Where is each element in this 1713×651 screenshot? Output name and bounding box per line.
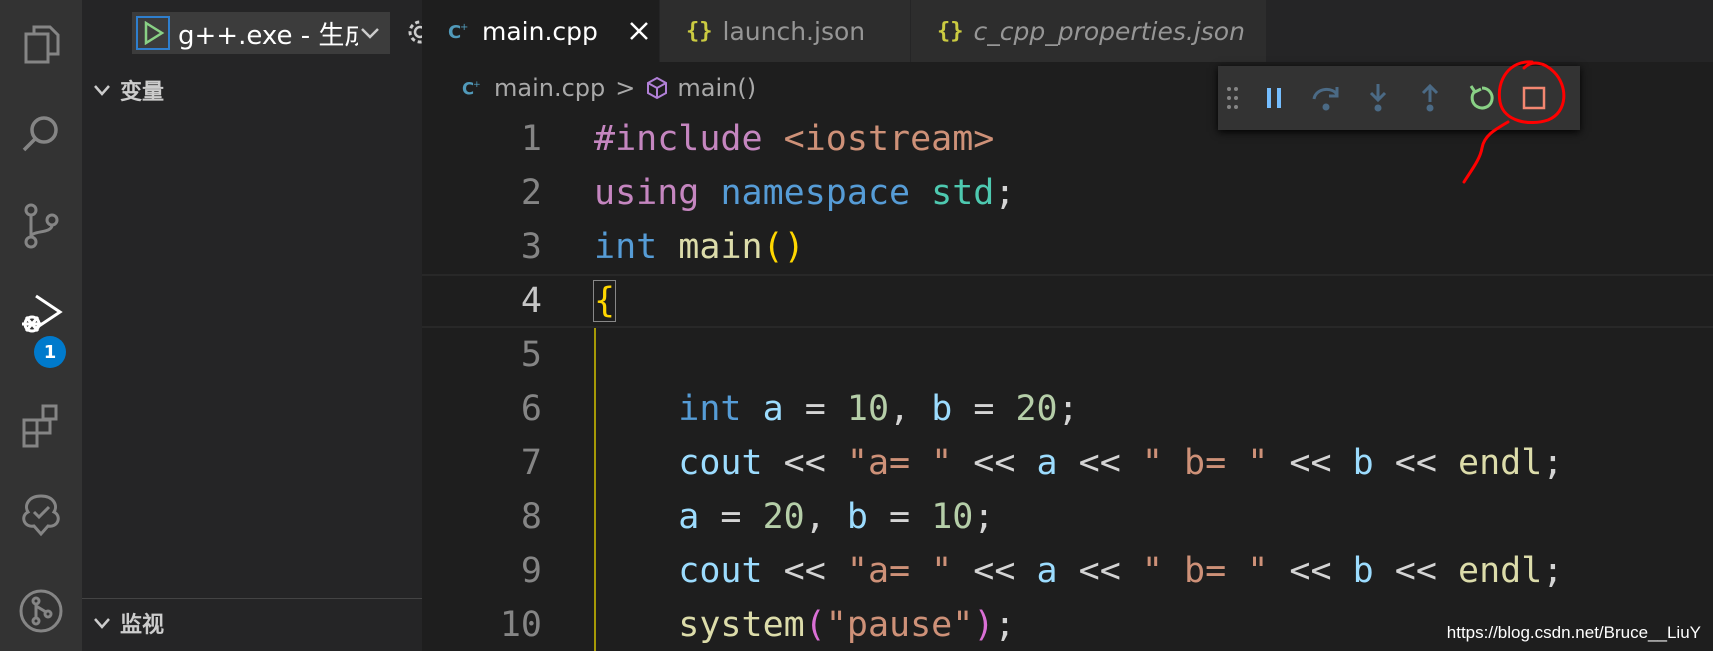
code-text: #include <iostream> <box>594 119 995 159</box>
code-line-current: 4 { <box>422 274 1713 328</box>
start-debugging-button[interactable] <box>136 16 170 50</box>
code-line: 3 int main() <box>422 220 1713 274</box>
code-line: 9 cout << "a= " << a << " b= " << b << e… <box>422 544 1713 598</box>
stop-icon <box>1522 86 1546 110</box>
breadcrumb-symbol[interactable]: main() <box>677 74 756 102</box>
svg-text:+: + <box>473 79 481 90</box>
code-editor[interactable]: 1 #include <iostream> 2 using namespace … <box>422 112 1713 651</box>
chevron-down-icon <box>94 85 110 96</box>
search-icon[interactable] <box>0 90 82 180</box>
tab-c-cpp-properties-json[interactable]: {} c_cpp_properties.json <box>911 0 1267 62</box>
watermark: https://blog.csdn.net/Bruce__LiuY <box>1446 623 1701 642</box>
variables-section-header[interactable]: 变量 <box>82 70 422 110</box>
code-line: 7 cout << "a= " << a << " b= " << b << e… <box>422 436 1713 490</box>
explorer-icon[interactable] <box>0 0 82 90</box>
breadcrumb-file[interactable]: main.cpp <box>494 74 605 102</box>
code-text: a = 20, b = 10; <box>594 497 995 537</box>
line-number: 9 <box>520 551 542 591</box>
code-text: int a = 10, b = 20; <box>594 389 1079 429</box>
code-line: 1 #include <iostream> <box>422 112 1713 166</box>
json-braces-icon: {} <box>686 18 713 44</box>
line-number: 6 <box>520 389 542 429</box>
code-text: cout << "a= " << a << " b= " << b << end… <box>594 551 1564 591</box>
tab-label: main.cpp <box>482 16 598 46</box>
code-line: 2 using namespace std; <box>422 166 1713 220</box>
json-braces-icon: {} <box>937 18 964 44</box>
editor-tabs: C + main.cpp {} launch.json {} c_cpp_prop… <box>422 0 1713 62</box>
breadcrumb-separator: > <box>615 74 636 102</box>
close-icon[interactable] <box>628 20 650 42</box>
step-over-icon <box>1312 87 1339 111</box>
launch-config-select[interactable]: g++.exe - 生成 <box>132 12 390 54</box>
pause-icon <box>1267 88 1281 108</box>
activity-bar: 1 <box>0 0 82 651</box>
breadcrumb: C + main.cpp > main() <box>462 68 756 108</box>
line-number: 5 <box>520 335 542 375</box>
tab-launch-json[interactable]: {} launch.json <box>660 0 911 62</box>
code-line: 8 a = 20, b = 10; <box>422 490 1713 544</box>
tab-label: launch.json <box>722 16 866 46</box>
code-line: 5 <box>422 328 1713 382</box>
restart-icon <box>1469 85 1494 110</box>
cpp-file-icon: C+ <box>462 79 481 98</box>
step-out-icon <box>1421 83 1439 112</box>
line-number: 1 <box>520 119 542 159</box>
source-control-icon[interactable] <box>0 180 82 270</box>
section-divider <box>82 598 422 599</box>
debug-side-bar: g++.exe - 生成 变量 监视 <box>82 0 432 651</box>
line-number: 2 <box>520 173 542 213</box>
remote-git-icon[interactable] <box>0 566 82 651</box>
line-number: 3 <box>520 227 542 267</box>
tab-main-cpp[interactable]: C + main.cpp <box>422 0 660 62</box>
method-cube-icon <box>647 76 668 100</box>
variables-title: 变量 <box>120 80 165 105</box>
code-text: cout << "a= " << a << " b= " << b << end… <box>594 443 1564 483</box>
chevron-down-icon[interactable] <box>358 21 382 45</box>
gripper-icon <box>1227 87 1238 109</box>
step-into-icon <box>1369 84 1387 112</box>
code-text: { <box>592 280 617 322</box>
line-number: 8 <box>520 497 542 537</box>
launch-config-label: g++.exe - 生成 <box>178 20 358 51</box>
line-number: 10 <box>499 605 542 645</box>
line-number: 7 <box>520 443 542 483</box>
svg-text:+: + <box>460 22 468 33</box>
watch-title: 监视 <box>120 613 165 638</box>
extensions-icon[interactable] <box>0 380 82 470</box>
cpp-file-icon: C+ <box>448 22 468 43</box>
watch-section-header[interactable]: 监视 <box>82 603 422 643</box>
indent-guide <box>594 328 596 651</box>
code-text: using namespace std; <box>594 173 1016 213</box>
debug-count-badge: 1 <box>34 336 66 368</box>
code-line: 6 int a = 10, b = 20; <box>422 382 1713 436</box>
testing-tree-icon[interactable] <box>0 470 82 560</box>
tab-label: c_cpp_properties.json <box>973 16 1245 46</box>
code-text: system("pause"); <box>594 605 1016 645</box>
chevron-down-icon <box>94 618 110 629</box>
play-icon <box>144 21 165 45</box>
line-number: 4 <box>520 281 542 321</box>
code-text: int main() <box>594 227 805 267</box>
